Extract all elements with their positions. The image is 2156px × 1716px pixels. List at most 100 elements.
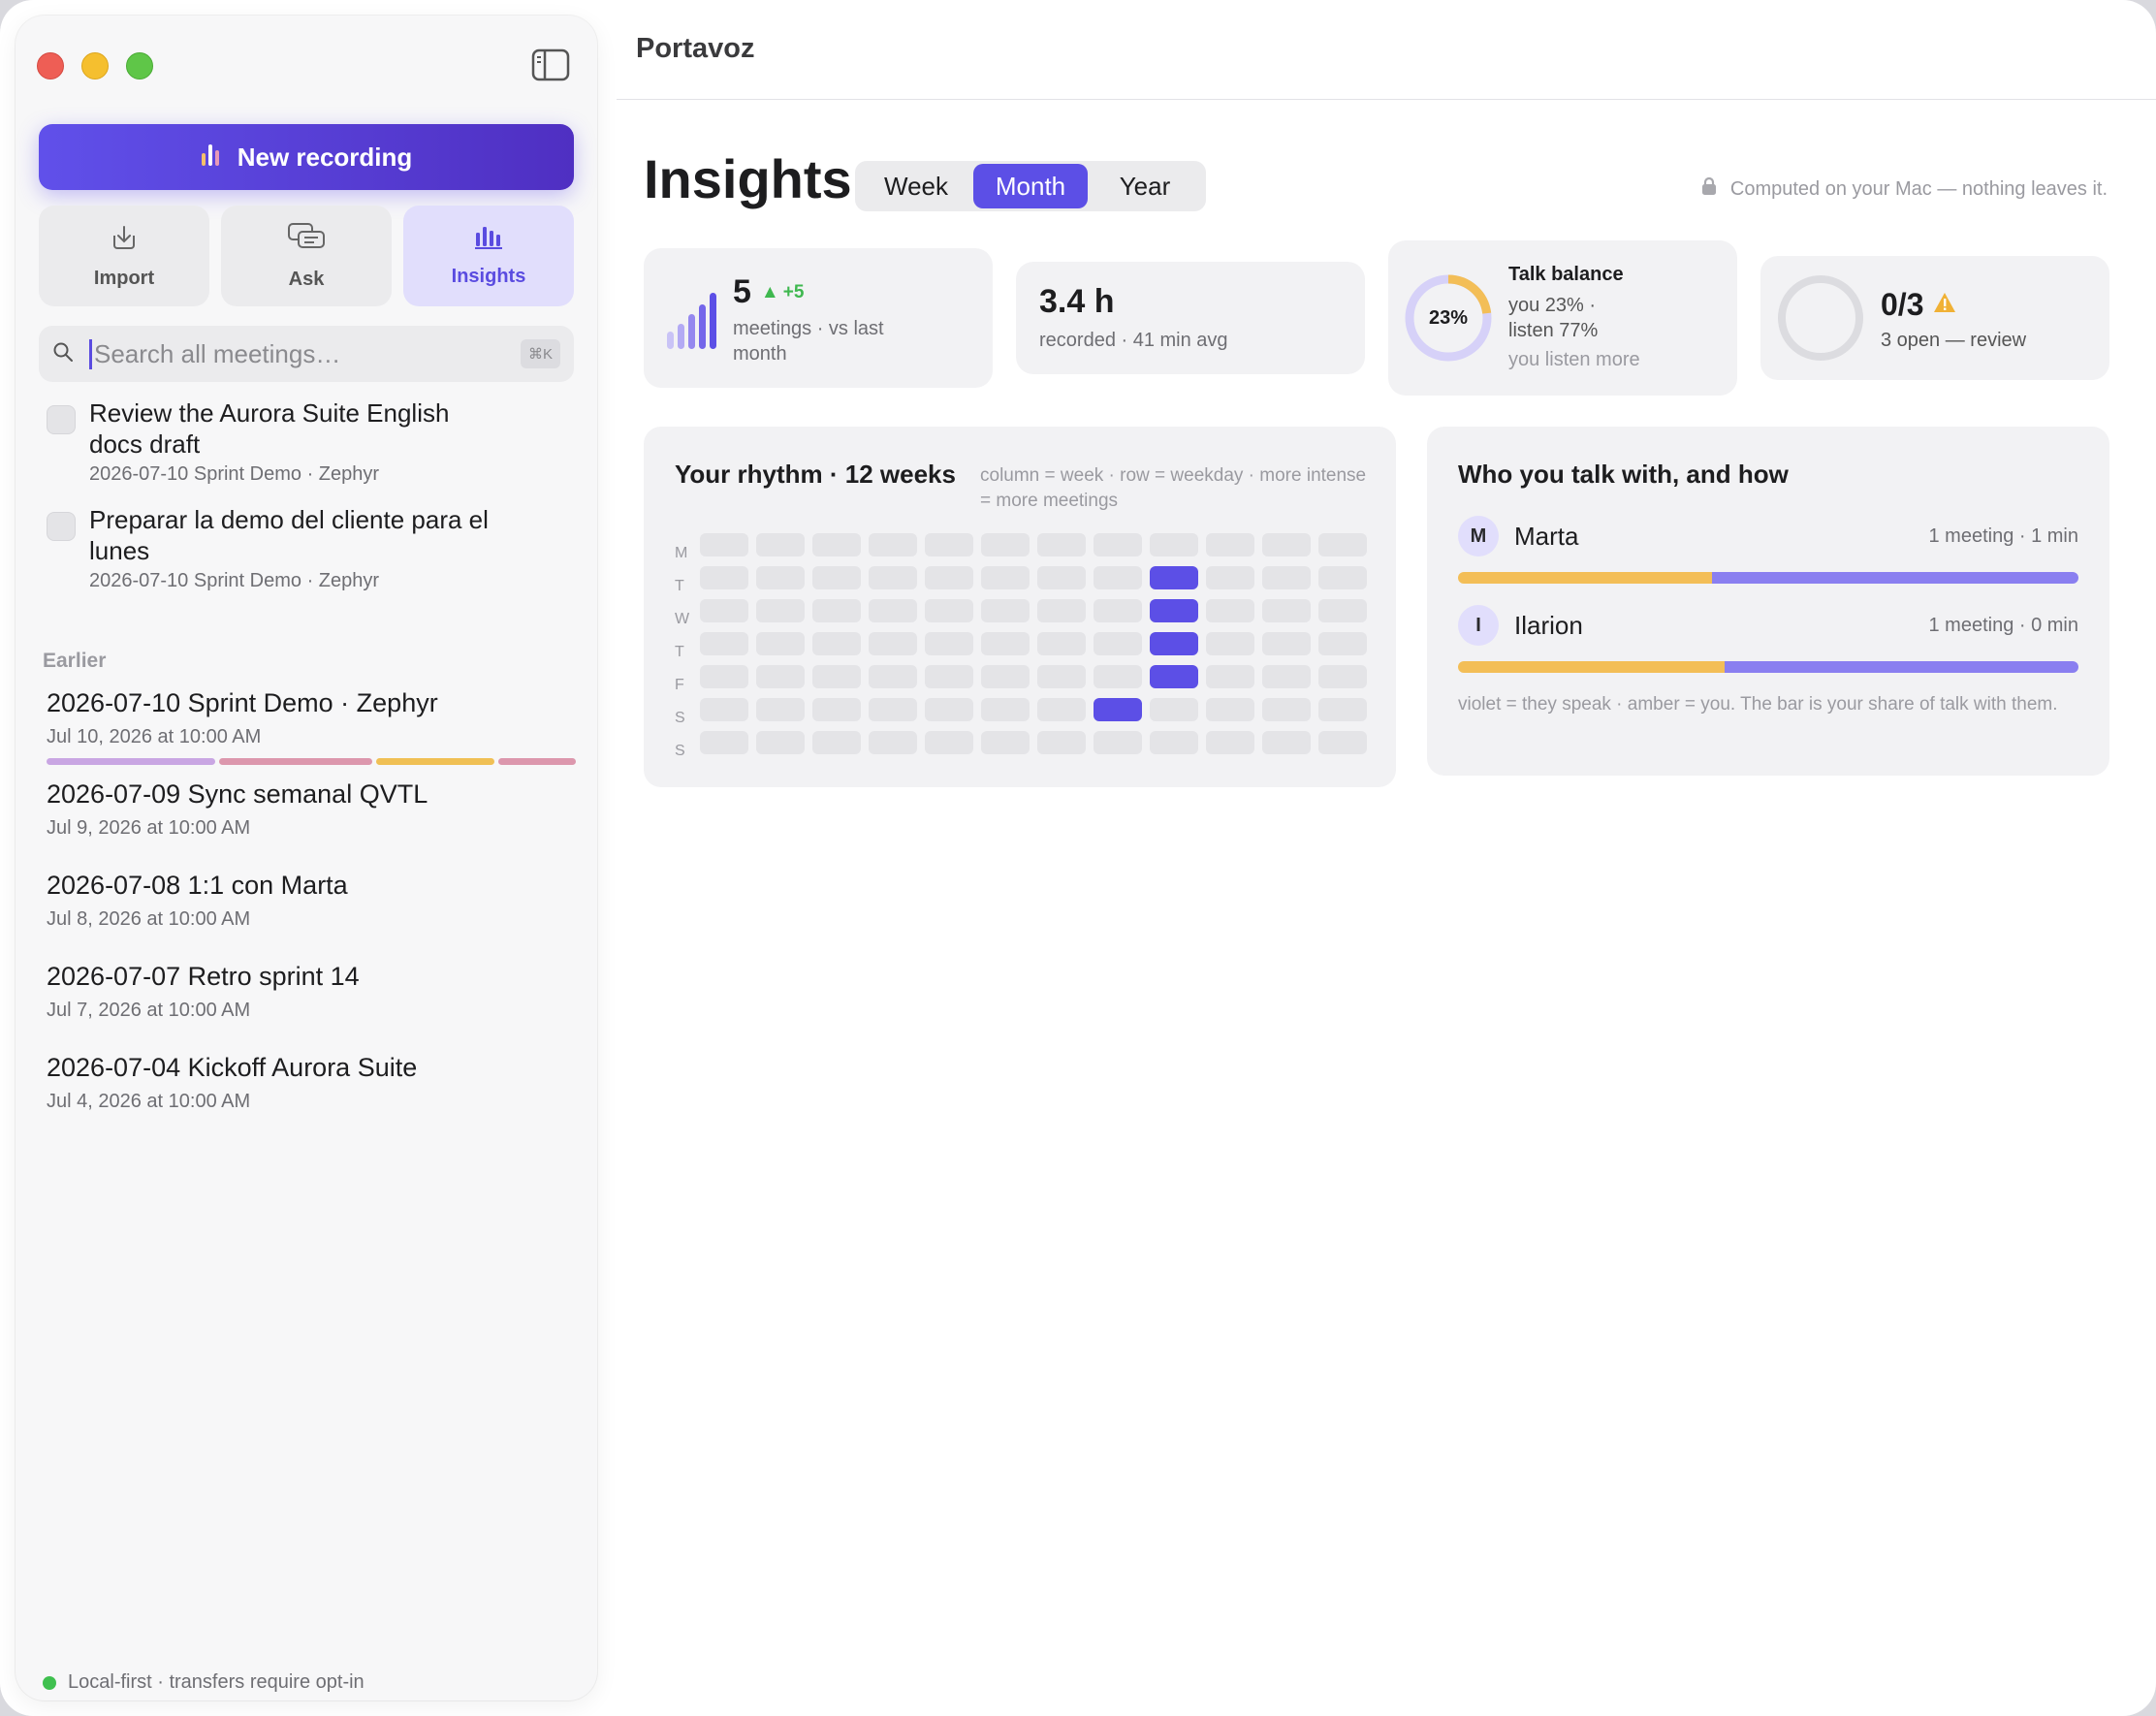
close-window-button[interactable] xyxy=(37,52,64,79)
heatmap-cell[interactable] xyxy=(869,632,917,655)
heatmap-cell[interactable] xyxy=(1318,632,1367,655)
period-year-button[interactable]: Year xyxy=(1088,164,1202,208)
heatmap-cell[interactable] xyxy=(1150,533,1198,556)
heatmap-cell[interactable] xyxy=(700,599,748,622)
heatmap-cell[interactable] xyxy=(1206,731,1254,754)
heatmap-cell[interactable] xyxy=(1262,665,1311,688)
meeting-list-item[interactable]: 2026-07-08 1:1 con Marta Jul 8, 2026 at … xyxy=(47,871,580,931)
heatmap-cell[interactable] xyxy=(700,731,748,754)
heatmap-cell[interactable] xyxy=(1037,731,1086,754)
heatmap-cell[interactable] xyxy=(1150,599,1198,622)
heatmap-cell[interactable] xyxy=(1037,632,1086,655)
heatmap-cell[interactable] xyxy=(1037,533,1086,556)
heatmap-cell[interactable] xyxy=(1150,632,1198,655)
person-row[interactable]: M Marta 1 meeting · 1 min xyxy=(1458,516,2078,584)
heatmap-cell[interactable] xyxy=(1206,533,1254,556)
zoom-window-button[interactable] xyxy=(126,52,153,79)
action-items-card[interactable]: 0/3 3 open — review xyxy=(1760,256,2109,380)
task-item[interactable]: Preparar la demo del cliente para el lun… xyxy=(47,504,570,592)
heatmap-cell[interactable] xyxy=(1206,599,1254,622)
meeting-list-item[interactable]: 2026-07-09 Sync semanal QVTL Jul 9, 2026… xyxy=(47,779,580,840)
heatmap-cell[interactable] xyxy=(1150,566,1198,589)
heatmap-cell[interactable] xyxy=(925,533,973,556)
heatmap-cell[interactable] xyxy=(981,533,1030,556)
heatmap-cell[interactable] xyxy=(925,566,973,589)
heatmap-cell[interactable] xyxy=(1318,599,1367,622)
heatmap-cell[interactable] xyxy=(1206,698,1254,721)
heatmap-cell[interactable] xyxy=(925,665,973,688)
heatmap-cell[interactable] xyxy=(756,731,805,754)
heatmap-cell[interactable] xyxy=(1318,665,1367,688)
heatmap-cell[interactable] xyxy=(756,665,805,688)
heatmap-cell[interactable] xyxy=(925,632,973,655)
heatmap-cell[interactable] xyxy=(812,566,861,589)
heatmap-cell[interactable] xyxy=(1262,533,1311,556)
heatmap-cell[interactable] xyxy=(812,632,861,655)
heatmap-cell[interactable] xyxy=(756,599,805,622)
heatmap-cell[interactable] xyxy=(1094,731,1142,754)
heatmap-cell[interactable] xyxy=(981,665,1030,688)
heatmap-cell[interactable] xyxy=(1094,566,1142,589)
heatmap-cell[interactable] xyxy=(1262,632,1311,655)
heatmap-cell[interactable] xyxy=(1206,566,1254,589)
meeting-list-item[interactable]: 2026-07-04 Kickoff Aurora Suite Jul 4, 2… xyxy=(47,1053,580,1113)
heatmap-cell[interactable] xyxy=(1037,698,1086,721)
heatmap-cell[interactable] xyxy=(1318,698,1367,721)
heatmap-cell[interactable] xyxy=(1262,731,1311,754)
minimize-window-button[interactable] xyxy=(81,52,109,79)
heatmap-cell[interactable] xyxy=(1262,698,1311,721)
meeting-list-item[interactable]: 2026-07-07 Retro sprint 14 Jul 7, 2026 a… xyxy=(47,962,580,1022)
heatmap-cell[interactable] xyxy=(812,731,861,754)
heatmap-cell[interactable] xyxy=(700,632,748,655)
heatmap-cell[interactable] xyxy=(869,665,917,688)
heatmap-cell[interactable] xyxy=(1037,665,1086,688)
heatmap-cell[interactable] xyxy=(925,731,973,754)
heatmap-cell[interactable] xyxy=(1318,566,1367,589)
heatmap-cell[interactable] xyxy=(869,731,917,754)
heatmap-cell[interactable] xyxy=(756,632,805,655)
heatmap-cell[interactable] xyxy=(700,698,748,721)
heatmap-cell[interactable] xyxy=(1206,632,1254,655)
heatmap-cell[interactable] xyxy=(1318,533,1367,556)
period-week-button[interactable]: Week xyxy=(859,164,973,208)
person-row[interactable]: I Ilarion 1 meeting · 0 min xyxy=(1458,605,2078,673)
heatmap-cell[interactable] xyxy=(812,698,861,721)
heatmap-cell[interactable] xyxy=(981,599,1030,622)
heatmap-cell[interactable] xyxy=(981,566,1030,589)
heatmap-cell[interactable] xyxy=(1094,698,1142,721)
heatmap-cell[interactable] xyxy=(1318,731,1367,754)
new-recording-button[interactable]: New recording xyxy=(39,124,574,190)
insights-button[interactable]: Insights xyxy=(403,206,574,306)
heatmap-cell[interactable] xyxy=(756,566,805,589)
heatmap-cell[interactable] xyxy=(756,698,805,721)
heatmap-cell[interactable] xyxy=(756,533,805,556)
heatmap-cell[interactable] xyxy=(869,599,917,622)
import-button[interactable]: Import xyxy=(39,206,209,306)
task-checkbox[interactable] xyxy=(47,405,76,434)
sidebar-toggle-icon[interactable] xyxy=(531,48,570,81)
heatmap-cell[interactable] xyxy=(812,665,861,688)
heatmap-cell[interactable] xyxy=(1094,533,1142,556)
heatmap-cell[interactable] xyxy=(1262,599,1311,622)
heatmap-cell[interactable] xyxy=(1150,665,1198,688)
heatmap-cell[interactable] xyxy=(812,599,861,622)
heatmap-cell[interactable] xyxy=(1150,698,1198,721)
heatmap-cell[interactable] xyxy=(981,698,1030,721)
heatmap-cell[interactable] xyxy=(812,533,861,556)
heatmap-cell[interactable] xyxy=(1094,632,1142,655)
heatmap-cell[interactable] xyxy=(869,698,917,721)
search-box[interactable]: ⌘K xyxy=(39,326,574,382)
meeting-list-item[interactable]: 2026-07-10 Sprint Demo · Zephyr Jul 10, … xyxy=(47,688,580,765)
heatmap-cell[interactable] xyxy=(700,566,748,589)
heatmap-cell[interactable] xyxy=(925,599,973,622)
heatmap-cell[interactable] xyxy=(700,533,748,556)
heatmap-cell[interactable] xyxy=(1037,566,1086,589)
heatmap-cell[interactable] xyxy=(925,698,973,721)
heatmap-cell[interactable] xyxy=(700,665,748,688)
heatmap-cell[interactable] xyxy=(1262,566,1311,589)
heatmap-cell[interactable] xyxy=(981,632,1030,655)
task-item[interactable]: Review the Aurora Suite English docs dra… xyxy=(47,397,570,486)
heatmap-cell[interactable] xyxy=(1206,665,1254,688)
heatmap-cell[interactable] xyxy=(1094,599,1142,622)
period-month-button[interactable]: Month xyxy=(973,164,1088,208)
